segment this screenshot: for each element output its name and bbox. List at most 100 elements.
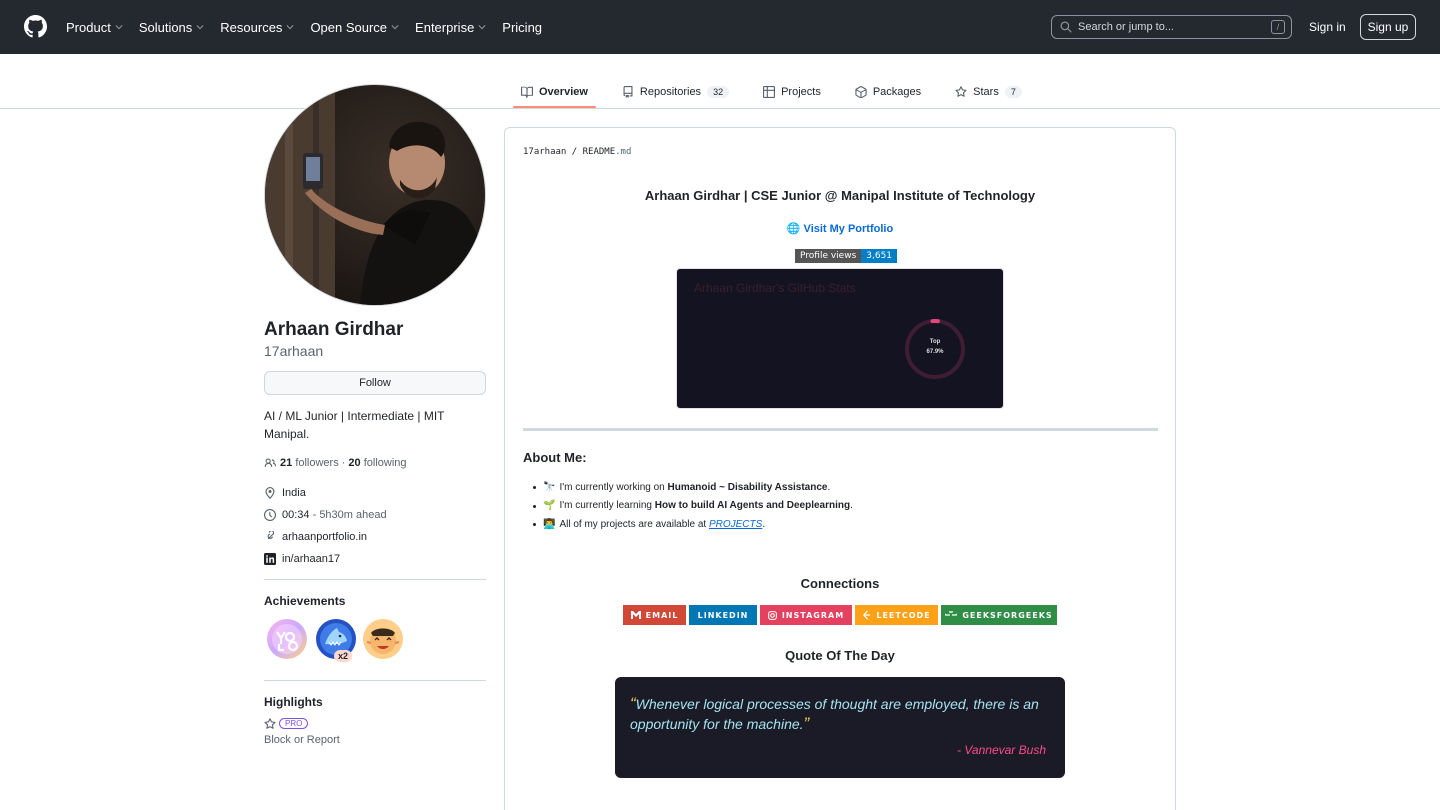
nav-enterprise[interactable]: Enterprise [415,20,486,35]
sign-in-link[interactable]: Sign in [1309,20,1346,34]
avatar[interactable] [264,84,486,306]
about-list: 🔭 I'm currently working on Humanoid ~ Di… [533,478,853,534]
nav-solutions-label: Solutions [138,19,193,35]
nav-product[interactable]: Product [66,20,123,35]
readme-path-ext: .md [615,147,632,157]
location-item: India [264,487,306,499]
link-icon [267,531,275,540]
search-input[interactable]: Search or jump to... / [1051,15,1292,39]
list-item: 🔭 I'm currently working on Humanoid ~ Di… [533,478,853,497]
follow-button[interactable]: Follow [264,371,486,395]
github-logo-icon[interactable] [24,15,47,38]
follow-separator: · [341,457,346,469]
followers-link[interactable]: 21 followers [280,457,339,469]
search-placeholder: Search or jump to... [1078,21,1174,33]
follow-stats: 21 followers · 20 following [264,457,407,469]
leetcode-badge[interactable]: LEETCODE [855,605,938,625]
tab-projects[interactable]: Projects [755,78,829,106]
tab-projects-label: Projects [781,86,821,98]
profile-bio: AI / ML Junior | Intermediate | MIT Mani… [264,409,445,441]
profile-views-label: Profile views [795,249,862,263]
linkedin-icon [264,553,276,565]
profile-tabs-bar: Overview Repositories 32 Projects Packag… [0,54,1440,109]
following-link[interactable]: 20 following [348,457,406,469]
tab-stars[interactable]: Stars 7 [947,78,1030,106]
linkedin-link[interactable]: in/arhaan17 [264,553,340,565]
tab-repositories[interactable]: Repositories 32 [614,78,737,106]
chevron-down-icon [391,25,399,30]
instagram-badge[interactable]: INSTAGRAM [760,605,852,625]
location-icon [265,487,275,499]
rank-value: 67.9% [926,349,944,355]
time-offset: - 5h30m ahead [312,509,387,521]
tab-packages-label: Packages [872,86,922,98]
connections-title: Connections [800,576,880,591]
profile-name: Arhaan Girdhar [264,319,404,340]
instagram-icon [767,610,777,620]
nav-open-source-label: Open Source [310,19,388,35]
email-label: EMAIL [645,610,679,620]
linkedin-label: LINKEDIN [697,610,749,620]
table-icon [763,86,776,98]
nav-pricing[interactable]: Pricing [502,20,542,35]
package-icon [855,86,867,98]
list-item: 👨‍💻 All of my projects are available at … [533,515,853,534]
nav-pricing-label: Pricing [502,19,543,35]
repositories-count: 32 [707,86,730,98]
star-icon [955,86,967,97]
close-quote-mark: ” [803,714,810,733]
seedling-icon: 🌱 [543,500,556,512]
header-nav: Product Solutions Resources Open Source … [66,0,558,54]
book-icon [521,86,533,98]
nav-open-source[interactable]: Open Source [310,20,399,35]
geeksforgeeks-label: GEEKSFORGEEKS [962,610,1053,620]
followers-count: 21 [280,457,293,469]
pro-badge: PRO [279,718,309,729]
local-time: 00:34 [282,509,310,521]
sidebar-divider [264,680,486,681]
nav-enterprise-label: Enterprise [415,19,475,35]
tab-overview-label: Overview [539,86,588,98]
email-badge[interactable]: EMAIL [623,605,686,625]
readme-path-user[interactable]: 17arhaan [523,147,566,157]
quote-card: “Whenever logical processes of thought a… [615,677,1065,778]
item-text: I'm currently learning [559,500,652,512]
website-text: arhaanportfolio.in [282,531,368,543]
sidebar-divider [264,579,486,580]
quote-title: Quote Of The Day [785,648,895,663]
nav-solutions[interactable]: Solutions [139,20,204,35]
item-suffix: . [850,500,853,512]
portfolio-link[interactable]: 🌐 Visit My Portfolio [504,222,1176,235]
quote-text: Whenever logical processes of thought ar… [630,696,1039,732]
tab-overview[interactable]: Overview [513,78,596,108]
starstruck-achievement-icon[interactable] [362,618,404,660]
readme-path: 17arhaan / README.md [523,147,631,157]
item-bold: Humanoid ~ Disability Assistance [667,481,828,493]
tab-stars-label: Stars [973,86,999,98]
block-or-report-link[interactable]: Block or Report [264,734,340,746]
sign-up-button[interactable]: Sign up [1360,14,1416,40]
gfg-icon [945,611,958,616]
people-icon [264,458,276,468]
quote-text-block: “Whenever logical processes of thought a… [630,694,1055,734]
nav-product-label: Product [66,19,111,35]
yolo-achievement-icon[interactable] [266,618,308,660]
quote-author: - Vannevar Bush [957,743,1046,757]
readme-divider [523,428,1158,431]
website-link[interactable]: arhaanportfolio.in [264,531,367,543]
item-suffix: . [762,518,766,530]
projects-link[interactable]: PROJECTS [709,519,762,530]
profile-views-badge: Profile views 3,651 [795,249,898,263]
achievements-title: Achievements [264,594,346,608]
location-text: India [282,487,306,499]
highlights-title: Highlights [264,695,323,709]
readme-path-file: README [582,147,616,157]
profile-tabs: Overview Repositories 32 Projects Packag… [513,78,1048,108]
list-item: 🌱 I'm currently learning How to build AI… [533,497,853,516]
nav-resources[interactable]: Resources [220,20,295,35]
tab-packages[interactable]: Packages [847,78,929,106]
achievement-multiplier: x2 [334,650,353,662]
linkedin-badge[interactable]: LINKEDIN [689,605,757,625]
telescope-icon: 🔭 [543,481,556,493]
geeksforgeeks-badge[interactable]: GEEKSFORGEEKS [941,605,1057,625]
